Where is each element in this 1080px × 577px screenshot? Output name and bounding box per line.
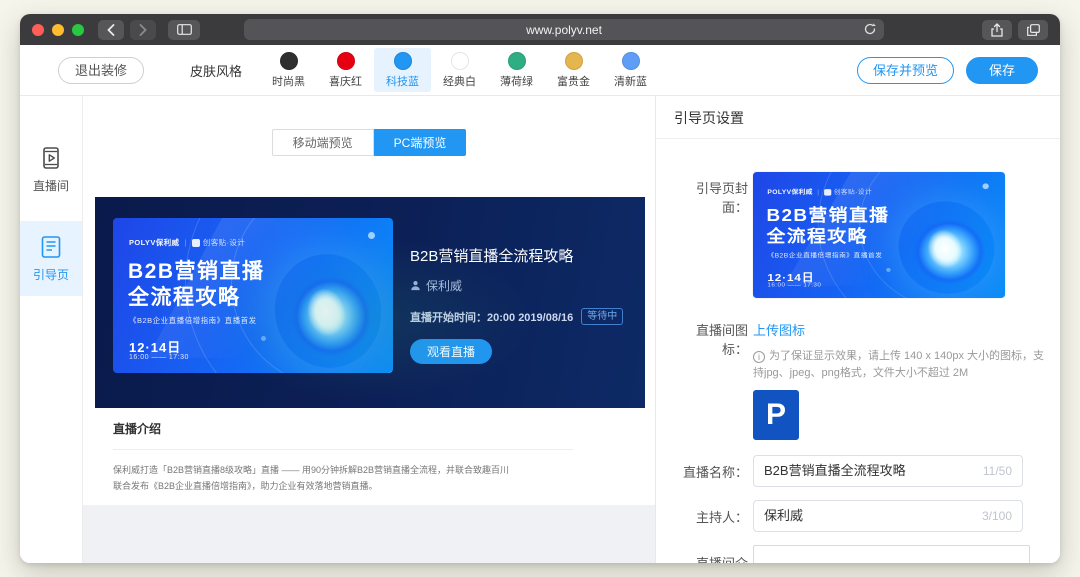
skin-swatch-group: 时尚黑 喜庆红 科技蓝 经典白 薄荷绿 富贵金	[260, 48, 659, 92]
watch-live-button[interactable]: 观看直播	[410, 339, 492, 364]
decoration-toolbar: 退出装修 皮肤风格 时尚黑 喜庆红 科技蓝 经典白 薄荷绿	[20, 45, 1060, 96]
live-info-panel: B2B营销直播全流程攻略 保利威 直播开始时间：20:00 2019/08/16…	[410, 245, 635, 364]
settings-title: 引导页设置	[674, 108, 744, 128]
sidebar-item-live-room[interactable]: 直播间	[20, 132, 82, 207]
host-counter: 3/100	[982, 501, 1012, 531]
tab-mobile-preview[interactable]: 移动端预览	[272, 129, 374, 156]
live-name-counter: 11/50	[983, 456, 1012, 486]
exit-decoration-button[interactable]: 退出装修	[58, 57, 144, 84]
banner-brand-row: POLYV保利威 | 创客贴·设计	[129, 237, 245, 248]
live-name-label: 直播名称：	[674, 462, 748, 481]
forward-button[interactable]	[130, 20, 156, 40]
editor-menu-edit[interactable]: 编辑	[796, 562, 815, 563]
skin-option-fresh-blue[interactable]: 清新蓝	[602, 48, 659, 92]
save-and-preview-button[interactable]: 保存并预览	[857, 57, 954, 84]
chevron-left-icon	[107, 24, 115, 36]
cover-thumbnail[interactable]: POLYV保利威 | 创客贴·设计 B2B营销直播 全流程攻略 《B2B企业直播…	[753, 172, 1005, 298]
chevron-right-icon	[139, 24, 147, 36]
host-input[interactable]: 保利威 3/100	[753, 500, 1023, 532]
tab-pc-preview[interactable]: PC端预览	[374, 129, 467, 156]
editor-menu-table[interactable]: 表格	[954, 562, 973, 563]
url-text: www.polyv.net	[526, 23, 602, 37]
guide-page-settings-panel: 引导页设置 引导页封面： POLYV保利威 | 创客贴·设计	[655, 96, 1060, 563]
skin-option-red[interactable]: 喜庆红	[317, 48, 374, 92]
browser-window: www.polyv.net 退出装修 皮肤风格 时尚黑 喜庆红	[20, 14, 1060, 563]
live-intro-section: 直播介绍 保利威打造「B2B营销直播8级攻略」直播 —— 用90分钟拆解B2B营…	[83, 408, 655, 494]
status-badge: 等待中	[581, 308, 623, 325]
intro-heading: 直播介绍	[113, 420, 625, 437]
room-intro-editor[interactable]: 文件 编辑 视图 插入 格式 工具 表格 0/1000	[753, 545, 1030, 563]
skin-swatch-gold	[565, 52, 583, 70]
room-icon-label: 直播间图标：	[674, 320, 748, 358]
tabs-overview-button[interactable]	[1018, 20, 1048, 40]
browser-titlebar: www.polyv.net	[20, 14, 1060, 45]
icon-upload-tip: i为了保证显示效果，请上传 140 x 140px 大小的图标，支持jpg、jp…	[753, 348, 1049, 382]
fullscreen-window-button[interactable]	[72, 24, 84, 36]
preview-mode-tabs: 移动端预览 PC端预览	[83, 129, 655, 156]
live-name-value: B2B营销直播全流程攻略	[764, 463, 906, 478]
address-bar[interactable]: www.polyv.net	[244, 19, 884, 40]
skin-swatch-tech-blue	[394, 52, 412, 70]
live-name-field-row: 直播名称： B2B营销直播全流程攻略 11/50	[674, 455, 1023, 487]
live-name-input[interactable]: B2B营销直播全流程攻略 11/50	[753, 455, 1023, 487]
skin-option-tech-blue[interactable]: 科技蓝	[374, 48, 431, 92]
intro-divider	[113, 449, 573, 450]
skin-swatch-white	[451, 52, 469, 70]
save-button[interactable]: 保存	[966, 57, 1038, 84]
reload-button[interactable]	[863, 22, 877, 39]
polyv-logo: POLYV保利威	[129, 237, 179, 248]
page-background	[83, 505, 655, 563]
upload-icon-link[interactable]: 上传图标	[753, 320, 805, 339]
info-icon: i	[753, 351, 765, 363]
sidebar-toggle-button[interactable]	[168, 20, 200, 40]
host-field-row: 主持人： 保利威 3/100	[674, 500, 1023, 532]
skin-swatch-black	[280, 52, 298, 70]
skin-option-mint-green[interactable]: 薄荷绿	[488, 48, 545, 92]
share-icon	[991, 23, 1003, 37]
editor-menu-view[interactable]: 视图	[827, 562, 846, 563]
person-icon	[410, 280, 421, 291]
live-room-icon	[38, 145, 64, 171]
sidebar-icon	[177, 24, 192, 35]
tabs-icon	[1027, 24, 1040, 36]
intro-text: 保利威打造「B2B营销直播8级攻略」直播 —— 用90分钟拆解B2B营销直播全流…	[113, 462, 515, 494]
minimize-window-button[interactable]	[52, 24, 64, 36]
skin-swatch-red	[337, 52, 355, 70]
preview-area: 移动端预览 PC端预览 POLYV保利威 | 创客贴·设计	[83, 96, 655, 563]
sidebar-item-guide-page[interactable]: 引导页	[20, 221, 82, 296]
skin-option-white[interactable]: 经典白	[431, 48, 488, 92]
banner-time: 16:00 —— 17:30	[129, 354, 189, 361]
cover-label: 引导页封面：	[674, 178, 748, 216]
skin-swatch-fresh-blue	[622, 52, 640, 70]
partner-logo-icon	[824, 189, 831, 196]
banner-subtitle: 《B2B企业直播倍增指南》直播首发	[129, 315, 257, 326]
editor-menu-file[interactable]: 文件	[764, 562, 783, 563]
back-button[interactable]	[98, 20, 124, 40]
share-button[interactable]	[982, 20, 1012, 40]
reload-icon	[863, 22, 877, 36]
editor-menu-insert[interactable]: 插入	[859, 562, 878, 563]
editor-menu-tools[interactable]: 工具	[922, 562, 941, 563]
pc-preview-stage: POLYV保利威 | 创客贴·设计 B2B营销直播 全流程攻略 《B2B企业直播…	[95, 197, 645, 408]
host-value: 保利威	[764, 508, 803, 523]
live-title: B2B营销直播全流程攻略	[410, 245, 635, 266]
room-intro-label: 直播间介绍：	[674, 545, 748, 563]
banner-image: POLYV保利威 | 创客贴·设计 B2B营销直播 全流程攻略 《B2B企业直播…	[113, 218, 393, 373]
start-time-text: 直播开始时间：20:00 2019/08/16	[410, 309, 573, 325]
guide-page-icon	[38, 234, 64, 260]
left-sidebar: 直播间 引导页	[20, 96, 83, 563]
room-intro-field-row: 直播间介绍： 文件 编辑 视图 插入 格式 工具 表格 0/1000	[674, 545, 1030, 563]
room-icon-image[interactable]: P	[753, 390, 799, 440]
partner-logo-icon	[192, 239, 200, 247]
skin-option-black[interactable]: 时尚黑	[260, 48, 317, 92]
banner-title-line2: 全流程攻略	[128, 281, 241, 311]
skin-swatch-mint-green	[508, 52, 526, 70]
close-window-button[interactable]	[32, 24, 44, 36]
host-label: 主持人：	[674, 507, 748, 526]
editor-menu-format[interactable]: 格式	[891, 562, 910, 563]
host-name: 保利威	[426, 277, 462, 294]
partner-logo-text: 创客贴·设计	[203, 237, 245, 248]
skin-style-label: 皮肤风格	[190, 61, 242, 80]
skin-option-gold[interactable]: 富贵金	[545, 48, 602, 92]
